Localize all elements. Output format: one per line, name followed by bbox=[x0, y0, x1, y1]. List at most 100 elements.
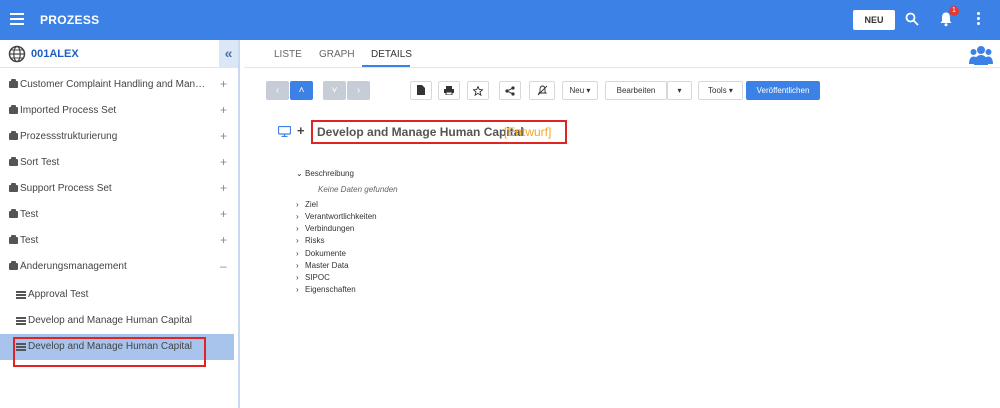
bell-off-icon bbox=[537, 85, 547, 96]
sidebar-item-label: Imported Process Set bbox=[20, 105, 117, 116]
sidebar-item-label: Support Process Set bbox=[20, 183, 112, 194]
section-label: Risks bbox=[305, 236, 325, 245]
down-button[interactable]: ˅ bbox=[323, 81, 346, 100]
star-icon bbox=[472, 85, 484, 97]
section-risks[interactable]: › Risks bbox=[296, 236, 325, 245]
briefcase-icon bbox=[9, 183, 18, 192]
expand-toggle[interactable]: + bbox=[220, 77, 227, 91]
new-button[interactable]: NEU bbox=[853, 10, 895, 30]
section-label: Eigenschaften bbox=[305, 285, 356, 294]
more-options-icon[interactable] bbox=[975, 12, 981, 28]
next-button[interactable]: › bbox=[347, 81, 370, 100]
expand-toggle[interactable]: + bbox=[220, 155, 227, 169]
briefcase-icon bbox=[9, 131, 18, 140]
no-data-message: Keine Daten gefunden bbox=[318, 185, 398, 194]
neu-dropdown[interactable]: Neu ▾ bbox=[562, 81, 598, 100]
print-button[interactable] bbox=[438, 81, 460, 100]
briefcase-icon bbox=[9, 79, 18, 88]
bearbeiten-button[interactable]: Bearbeiten bbox=[605, 81, 667, 100]
workspace-name[interactable]: 001ALEX bbox=[31, 48, 79, 60]
print-icon bbox=[444, 86, 454, 96]
collapse-sidebar-button[interactable]: « bbox=[219, 40, 238, 68]
section-verantwortlichkeiten[interactable]: › Verantwortlichkeiten bbox=[296, 212, 377, 221]
previous-button[interactable]: ‹ bbox=[266, 81, 289, 100]
favorite-button[interactable] bbox=[467, 81, 489, 100]
notifications-off-button[interactable] bbox=[529, 81, 555, 100]
sidebar-item-test[interactable]: Test + bbox=[0, 202, 238, 228]
section-ziel[interactable]: › Ziel bbox=[296, 200, 318, 209]
highlight-annotation-sidebar bbox=[13, 337, 206, 367]
section-verbindungen[interactable]: › Verbindungen bbox=[296, 224, 354, 233]
section-label: Beschreibung bbox=[305, 169, 354, 178]
sidebar-item-label: Prozessstrukturierung bbox=[20, 131, 118, 142]
tab-liste[interactable]: LISTE bbox=[274, 49, 302, 60]
briefcase-icon bbox=[9, 209, 18, 218]
globe-icon bbox=[8, 45, 26, 63]
section-label: Ziel bbox=[305, 200, 318, 209]
share-button[interactable] bbox=[499, 81, 521, 100]
section-sipoc[interactable]: › SIPOC bbox=[296, 273, 330, 282]
sidebar-item-imported-process-set[interactable]: Imported Process Set + bbox=[0, 98, 238, 124]
sidebar-item-label: Customer Complaint Handling and Managem.… bbox=[20, 79, 208, 90]
expand-toggle[interactable]: + bbox=[220, 103, 227, 117]
sidebar-item-label: Test bbox=[20, 235, 39, 246]
sidebar-item-support-process-set[interactable]: Support Process Set + bbox=[0, 176, 238, 202]
document-icon bbox=[417, 85, 425, 95]
app-title: PROZESS bbox=[40, 13, 100, 27]
section-dokumente[interactable]: › Dokumente bbox=[296, 249, 346, 258]
expand-toggle[interactable]: + bbox=[220, 181, 227, 195]
sidebar-child-approval-test[interactable]: Approval Test bbox=[0, 282, 238, 308]
search-icon[interactable] bbox=[905, 12, 919, 26]
tools-dropdown[interactable]: Tools ▾ bbox=[698, 81, 743, 100]
users-group-icon[interactable] bbox=[969, 44, 993, 66]
chevron-right-icon: › bbox=[296, 249, 299, 258]
section-label: Dokumente bbox=[305, 249, 346, 258]
section-label: Master Data bbox=[305, 261, 349, 270]
chevron-right-icon: › bbox=[296, 236, 299, 245]
section-eigenschaften[interactable]: › Eigenschaften bbox=[296, 285, 356, 294]
process-list-icon bbox=[16, 291, 26, 299]
sidebar-item-label: Änderungsmanagement bbox=[20, 261, 127, 272]
tab-details[interactable]: DETAILS bbox=[371, 49, 412, 60]
section-label: SIPOC bbox=[305, 273, 330, 282]
notification-count-badge: 1 bbox=[949, 6, 959, 16]
sidebar-child-develop-human-capital[interactable]: Develop and Manage Human Capital bbox=[0, 308, 238, 334]
section-label: Verantwortlichkeiten bbox=[305, 212, 377, 221]
tab-divider bbox=[244, 67, 1000, 68]
sidebar-item-sort-test[interactable]: Sort Test + bbox=[0, 150, 238, 176]
share-icon bbox=[505, 86, 515, 96]
briefcase-icon bbox=[9, 157, 18, 166]
chevron-right-icon: › bbox=[296, 285, 299, 294]
expand-toggle[interactable]: + bbox=[220, 207, 227, 221]
up-button[interactable]: ˄ bbox=[290, 81, 313, 100]
chevron-down-icon: ⌄ bbox=[296, 169, 303, 178]
chevron-right-icon: › bbox=[296, 224, 299, 233]
collapse-toggle[interactable]: – bbox=[220, 259, 227, 273]
expand-toggle[interactable]: + bbox=[220, 129, 227, 143]
sidebar-item-test-2[interactable]: Test + bbox=[0, 228, 238, 254]
chevron-right-icon: › bbox=[296, 212, 299, 221]
sidebar-item-label: Test bbox=[20, 209, 39, 220]
section-master-data[interactable]: › Master Data bbox=[296, 261, 349, 270]
expand-process-button[interactable]: + bbox=[297, 123, 305, 138]
monitor-icon bbox=[278, 126, 291, 137]
publish-button[interactable]: Veröffentlichen bbox=[746, 81, 820, 100]
document-button[interactable] bbox=[410, 81, 432, 100]
sidebar-header: 001ALEX « bbox=[0, 40, 238, 68]
chevron-right-icon: › bbox=[296, 273, 299, 282]
top-bar: PROZESS NEU 1 bbox=[0, 0, 1000, 40]
sidebar-item-aenderungsmanagement[interactable]: Änderungsmanagement – bbox=[0, 254, 238, 280]
sidebar-item-prozessstrukturierung[interactable]: Prozessstrukturierung + bbox=[0, 124, 238, 150]
hamburger-menu-icon[interactable] bbox=[10, 13, 24, 25]
section-beschreibung[interactable]: ⌄ Beschreibung bbox=[296, 169, 354, 178]
briefcase-icon bbox=[9, 235, 18, 244]
chevron-right-icon: › bbox=[296, 200, 299, 209]
sidebar-item-label: Sort Test bbox=[20, 157, 60, 168]
process-list-icon bbox=[16, 317, 26, 325]
sidebar-item-customer-complaint[interactable]: Customer Complaint Handling and Managem.… bbox=[0, 72, 238, 98]
briefcase-icon bbox=[9, 261, 18, 270]
bearbeiten-caret[interactable]: ▾ bbox=[667, 81, 692, 100]
highlight-annotation-title bbox=[311, 120, 567, 144]
expand-toggle[interactable]: + bbox=[220, 233, 227, 247]
tab-graph[interactable]: GRAPH bbox=[319, 49, 355, 60]
